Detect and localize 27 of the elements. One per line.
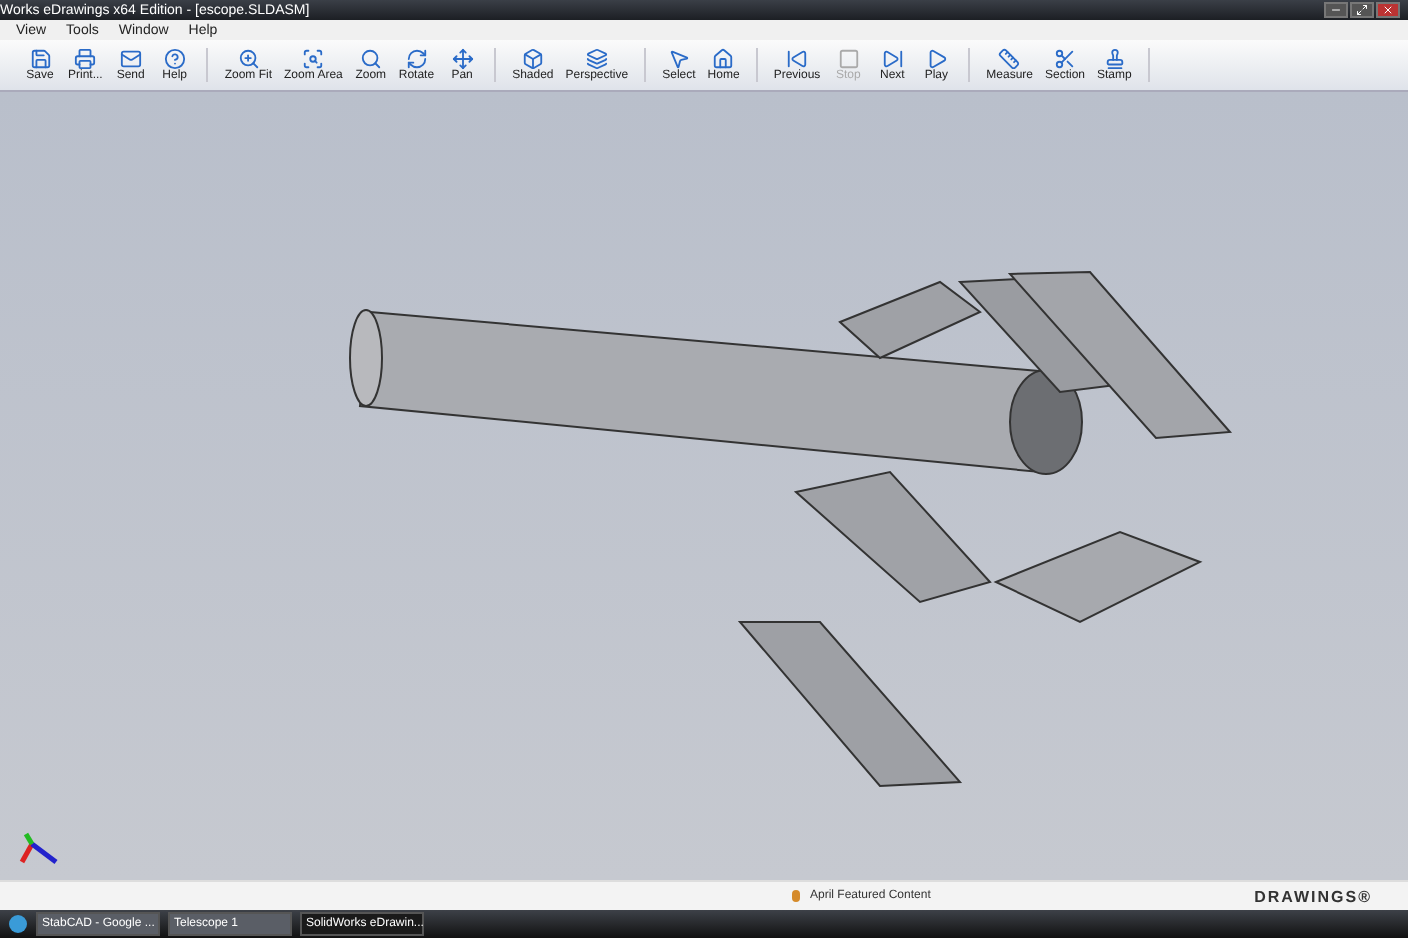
skip-forward-icon xyxy=(881,48,904,70)
stop-icon xyxy=(837,48,860,70)
move-arrows-icon xyxy=(451,48,474,70)
stamp-icon xyxy=(1103,48,1126,70)
cursor-icon xyxy=(667,48,690,70)
cube-icon xyxy=(521,48,544,70)
save-icon xyxy=(29,48,51,70)
printer-icon xyxy=(74,48,97,70)
zoom-area-icon xyxy=(302,48,325,70)
home-icon xyxy=(712,48,735,70)
scissors-icon xyxy=(1054,48,1076,70)
start-icon[interactable] xyxy=(8,914,28,934)
minimize-button[interactable] xyxy=(1324,2,1348,18)
minimize-icon xyxy=(1330,4,1342,16)
layers-icon xyxy=(585,48,608,70)
help-icon xyxy=(163,48,186,70)
close-icon xyxy=(1382,4,1394,16)
envelope-icon xyxy=(119,48,142,70)
play-icon xyxy=(925,48,948,70)
maximize-button[interactable] xyxy=(1350,2,1374,18)
zoom-in-icon xyxy=(237,48,260,70)
search-icon xyxy=(359,48,382,70)
rotate-icon xyxy=(405,48,428,70)
brand-logo: DRAWINGS® xyxy=(1254,887,1372,905)
skip-back-icon xyxy=(785,48,808,70)
ruler-icon xyxy=(998,48,1021,70)
close-button[interactable] xyxy=(1376,2,1400,18)
